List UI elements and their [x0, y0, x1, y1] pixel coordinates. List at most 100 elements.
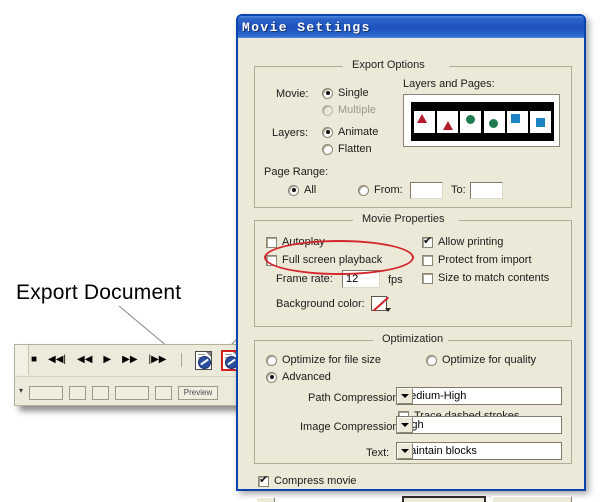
export-document-icon[interactable]: [194, 350, 212, 370]
chevron-down-icon[interactable]: [385, 308, 391, 312]
movie-settings-dialog: Movie Settings Export Options Movie: Sin…: [236, 14, 586, 502]
cancel-button[interactable]: Cancel: [492, 496, 572, 502]
radio-advanced[interactable]: [266, 371, 277, 383]
path-compression-value: Medium-High: [401, 390, 467, 402]
to-page-input[interactable]: [470, 182, 503, 199]
page-range-label-row: Page Range:: [264, 166, 328, 178]
page-range-label: Page Range:: [264, 166, 329, 178]
path-compression-dropdown[interactable]: Medium-High: [396, 387, 562, 405]
toolbar-controls-row: ■ ◀◀| ◀◀ ▶ ▶▶ |▶▶: [30, 347, 240, 373]
checkbox-allow-printing-row[interactable]: Allow printing: [422, 235, 504, 248]
background-color-label: Background color:: [276, 298, 365, 310]
radio-optimize-for-quality-label: Optimize for quality: [442, 354, 537, 366]
toolbar-drag-handle[interactable]: [15, 345, 29, 375]
toolbar-button-first-frame[interactable]: ◀◀|: [47, 353, 67, 367]
checkbox-compress-movie[interactable]: [258, 474, 269, 487]
radio-advanced-label: Advanced: [282, 371, 331, 383]
preview-frame: [507, 110, 529, 133]
checkbox-size-to-match-contents[interactable]: [422, 272, 433, 284]
chevron-down-icon[interactable]: [397, 417, 413, 433]
dialog-body: Export Options Movie: Single Multiple La…: [238, 38, 584, 502]
toolbar-button-fast-forward[interactable]: ▶▶: [121, 353, 138, 367]
toolbar-button-play[interactable]: ▶: [102, 353, 112, 367]
dialog-title: Movie Settings: [242, 19, 371, 35]
text-dropdown[interactable]: Maintain blocks: [396, 442, 562, 460]
frame-rate-unit-label: fps: [388, 274, 403, 286]
page-range-option-all[interactable]: All: [288, 184, 316, 196]
radio-all-pages[interactable]: [288, 184, 299, 196]
chevron-down-icon[interactable]: [397, 443, 413, 459]
annotation-export-document-label: Export Document: [16, 281, 182, 304]
text-value: Maintain blocks: [401, 445, 477, 457]
chevron-down-icon[interactable]: [397, 388, 413, 404]
toolbar-preview-button[interactable]: Preview: [178, 386, 219, 400]
checkbox-compress-movie-row[interactable]: Compress movie: [258, 474, 357, 487]
checkbox-autoplay-label: Autoplay: [282, 236, 325, 248]
movie-properties-legend: Movie Properties: [357, 213, 450, 225]
checkbox-autoplay[interactable]: [266, 236, 277, 248]
radio-animate[interactable]: [322, 126, 333, 138]
page-range-option-from[interactable]: From:: [358, 184, 403, 196]
layers-label-row: Layers:: [272, 127, 308, 139]
radio-flatten[interactable]: [322, 143, 333, 155]
toolbar-button-rewind[interactable]: ◀◀: [76, 353, 93, 367]
checkbox-protect-from-import-label: Protect from import: [438, 254, 532, 266]
radio-from-page-label: From:: [374, 184, 403, 196]
shape-square-icon: [511, 113, 521, 123]
toolbar-secondary-item[interactable]: [92, 386, 110, 400]
radio-single[interactable]: [322, 87, 333, 99]
ok-button[interactable]: OK: [402, 496, 486, 502]
radio-optimize-file-size-row[interactable]: Optimize for file size: [266, 354, 381, 366]
frame-rate-input[interactable]: [342, 270, 380, 288]
checkbox-protect-from-import[interactable]: [422, 254, 433, 266]
checkbox-protect-from-import-row[interactable]: Protect from import: [422, 254, 532, 266]
checkbox-size-to-match-contents-row[interactable]: Size to match contents: [422, 272, 549, 284]
dialog-titlebar[interactable]: Movie Settings: [238, 16, 584, 38]
toolbar-secondary-item[interactable]: [29, 386, 64, 400]
radio-from-page[interactable]: [358, 184, 369, 196]
preview-frame: [413, 110, 435, 133]
toolbar-overflow-icon[interactable]: ▾: [19, 386, 23, 395]
checkbox-full-screen-playback[interactable]: [266, 254, 277, 266]
layers-option-flatten[interactable]: Flatten: [322, 143, 372, 155]
checkbox-allow-printing[interactable]: [422, 235, 433, 248]
export-options-legend: Export Options: [347, 59, 430, 71]
toolbar-secondary-row: ▾ Preview: [15, 376, 251, 404]
shape-triangle-icon: [416, 113, 427, 123]
toolbar-secondary-item[interactable]: [115, 386, 150, 400]
to-page-label-row: To:: [451, 184, 466, 196]
image-compression-value: High: [397, 419, 561, 431]
toolbar-secondary-item[interactable]: [69, 386, 87, 400]
shape-square-icon: [536, 117, 546, 127]
to-page-label: To:: [451, 184, 466, 196]
toolbar-button-stop[interactable]: ■: [30, 353, 38, 367]
checkbox-autoplay-row[interactable]: Autoplay: [266, 236, 325, 248]
globe-icon: [197, 355, 211, 369]
filmstrip: [411, 102, 554, 141]
checkbox-size-to-match-contents-label: Size to match contents: [438, 272, 550, 284]
radio-optimize-for-file-size[interactable]: [266, 354, 277, 366]
toolbar-secondary-item[interactable]: [155, 386, 173, 400]
checkbox-allow-printing-label: Allow printing: [438, 236, 504, 248]
from-page-input[interactable]: [410, 182, 443, 199]
frame-rate-row: Frame rate:: [276, 273, 333, 285]
preview-frame: [530, 110, 552, 133]
checkbox-full-screen-playback-row[interactable]: Full screen playback: [266, 254, 382, 266]
text-label: Text:: [366, 447, 390, 459]
image-compression-dropdown[interactable]: High: [396, 416, 562, 434]
preview-frame: [483, 110, 505, 133]
optimization-legend: Optimization: [377, 333, 449, 345]
toolbar-button-last-frame[interactable]: |▶▶: [148, 353, 168, 367]
shape-circle-icon: [466, 114, 476, 124]
radio-optimize-quality-row[interactable]: Optimize for quality: [426, 354, 536, 366]
toolbar-separator: [180, 353, 182, 367]
help-button[interactable]: ?: [256, 497, 275, 502]
layers-and-pages-preview: [403, 94, 560, 147]
layers-option-animate[interactable]: Animate: [322, 126, 378, 138]
background-color-swatch[interactable]: [371, 296, 391, 312]
movie-option-single[interactable]: Single: [322, 87, 369, 99]
background-color-row: Background color:: [276, 298, 365, 310]
movie-option-multiple: Multiple: [322, 104, 376, 116]
radio-advanced-row[interactable]: Advanced: [266, 371, 331, 383]
radio-optimize-for-quality[interactable]: [426, 354, 437, 366]
